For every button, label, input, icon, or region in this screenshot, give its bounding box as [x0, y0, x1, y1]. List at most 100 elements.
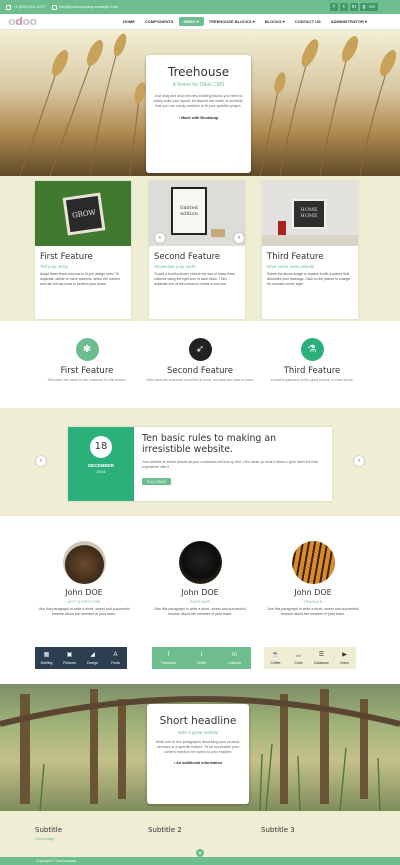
- member-text: Use this paragraph to write a short, swe…: [38, 607, 130, 617]
- language-selector[interactable]: EN: [366, 3, 378, 11]
- facebook-icon[interactable]: f: [330, 3, 338, 11]
- features-icons-section: ✱ First Feature Tell what's the value fo…: [0, 321, 400, 408]
- event-month: DECEMBER: [88, 463, 114, 468]
- full-read-button[interactable]: FULL READ: [142, 478, 172, 486]
- feature-card-2: limited edition Second Feature Showcase …: [149, 181, 245, 319]
- coffee-icon: ☕: [271, 651, 280, 658]
- feature-text: Adapt these three columns to fit you des…: [40, 272, 120, 286]
- hero-subtitle: A theme for Odoo CMS: [172, 82, 225, 88]
- linkedin-icon[interactable]: in: [350, 3, 358, 11]
- pictures-button[interactable]: ▣ Pictures: [58, 647, 81, 669]
- icon-feature-text: Tell what's the value for the customer f…: [47, 378, 127, 382]
- database-icon: ☰: [318, 651, 325, 658]
- phone-icon: [6, 4, 11, 10]
- feature-subtitle: Tell your story: [40, 264, 68, 269]
- hero-card: Treehouse A theme for Odoo CMS Just drag…: [146, 55, 251, 173]
- menu-item-blocks[interactable]: BLOCKS ▾: [260, 17, 290, 26]
- code-button[interactable]: </> Code: [287, 647, 310, 669]
- carousel-next-arrow[interactable]: ›: [234, 233, 244, 243]
- menu-item-home[interactable]: HOME: [118, 17, 140, 26]
- briefcase-icon: ▦: [43, 651, 50, 658]
- icon-feature-1: ✱ First Feature Tell what's the value fo…: [32, 338, 142, 383]
- member-role: - TRAINEE -: [300, 599, 326, 604]
- email-link[interactable]: info@yourcompany.example.com: [59, 4, 118, 9]
- picture-icon: ▣: [66, 651, 73, 658]
- event-day: 18: [90, 436, 112, 458]
- footer-link-homepage[interactable]: Homepage: [35, 836, 62, 841]
- event-prev-arrow[interactable]: ‹: [36, 456, 46, 466]
- twitter-icon: t: [200, 651, 203, 658]
- short-headline-section: Short headline With a great subtitle Wri…: [0, 684, 400, 811]
- icon-feature-2: ➶ Second Feature Write what the customer…: [145, 338, 255, 383]
- menu-item-contact-us[interactable]: CONTACT US: [290, 17, 326, 26]
- envelope-icon: [52, 4, 58, 10]
- facebook-button[interactable]: f Facebook: [152, 647, 185, 669]
- member-name: John DOE: [181, 588, 219, 597]
- footer-col-2: Subtitle 2: [148, 826, 182, 834]
- linkedin-button[interactable]: in Linkedin: [218, 647, 251, 669]
- event-section: ‹ 18 DECEMBER 2014 Ten basic rules to ma…: [0, 408, 400, 516]
- top-bar: +1 (650) 691-3277 info@yourcompany.examp…: [0, 0, 400, 14]
- event-title: Ten basic rules to making an irresistibl…: [142, 433, 277, 455]
- video-button[interactable]: ▶ Video: [333, 647, 356, 669]
- event-card: 18 DECEMBER 2014 Ten basic rules to maki…: [68, 427, 332, 501]
- additional-info: • An additional information: [173, 760, 223, 765]
- rocket-icon: ➶: [188, 338, 212, 361]
- coffee-button[interactable]: ☕ Coffee: [264, 647, 287, 669]
- footer-title: Subtitle 3: [261, 826, 295, 834]
- footer-title: Subtitle 2: [148, 826, 182, 834]
- bug-icon: ✱: [75, 338, 99, 361]
- facebook-icon: f: [167, 651, 170, 658]
- footer-col-3: Subtitle 3: [261, 826, 295, 834]
- twitter-icon[interactable]: t: [340, 3, 348, 11]
- briefing-button[interactable]: ▦ Briefing: [35, 647, 58, 669]
- event-next-arrow[interactable]: ›: [354, 456, 364, 466]
- linkedin-icon: in: [232, 651, 237, 658]
- member-role: - ART DIRECTOR -: [64, 599, 104, 604]
- hero-section: Treehouse A theme for Odoo CMS Just drag…: [0, 31, 400, 176]
- menu-item-treehouse-blocks[interactable]: TREEHOUSE BLOCKS ▾: [204, 17, 260, 26]
- email-info[interactable]: info@yourcompany.example.com: [52, 4, 118, 10]
- icon-bar-light: ☕ Coffee </> Code ☰ Database ▶ Video: [264, 647, 356, 669]
- event-body: Ten basic rules to making an irresistibl…: [142, 433, 326, 488]
- grow-image: GROW: [35, 181, 131, 246]
- footer: Subtitle Homepage Subtitle 2 Subtitle 3 …: [0, 811, 400, 857]
- feature-card-1: GROW First Feature Tell your story Adapt…: [35, 181, 131, 319]
- team-member-3: John DOE - TRAINEE - Use this paragraph …: [259, 541, 367, 617]
- feature-card-3: HOME HOME Third Feature Give some extra …: [262, 181, 358, 319]
- icon-feature-text: Write what the customer would like to kn…: [146, 378, 254, 382]
- short-headline-subtitle: With a great subtitle: [177, 730, 219, 735]
- icon-feature-title: First Feature: [60, 366, 114, 376]
- phone-info: +1 (650) 691-3277: [6, 4, 46, 10]
- odoo-logo[interactable]: odoo: [8, 15, 37, 28]
- twitter-button[interactable]: t Twitter: [185, 647, 218, 669]
- feature-title: Third Feature: [267, 252, 324, 262]
- feature-title: Second Feature: [154, 252, 221, 262]
- icon-feature-text: A small explanation of this great featur…: [270, 378, 354, 382]
- navbar: odoo HOME COMPONENTS DEMO ▾ TREEHOUSE BL…: [0, 14, 400, 30]
- icon-feature-title: Second Feature: [166, 366, 234, 376]
- fonts-button[interactable]: A Fonts: [104, 647, 127, 669]
- contact-info: +1 (650) 691-3277 info@yourcompany.examp…: [6, 4, 118, 10]
- features-cards-section: GROW First Feature Tell your story Adapt…: [0, 176, 400, 321]
- avatar: [291, 541, 335, 584]
- design-button[interactable]: ◢ Design: [81, 647, 104, 669]
- feature-title: First Feature: [40, 252, 93, 262]
- feature-text: Delete the above image or replace it wit…: [267, 272, 351, 286]
- menu-item-administrator[interactable]: ADMINISTRATOR ▾: [326, 17, 372, 26]
- icon-bar-green: f Facebook t Twitter in Linkedin: [152, 647, 251, 669]
- database-button[interactable]: ☰ Database: [310, 647, 333, 669]
- code-icon: </>: [295, 652, 302, 658]
- avatar: [178, 541, 222, 584]
- icon-bar-dark: ▦ Briefing ▣ Pictures ◢ Design A Fonts: [35, 647, 127, 669]
- event-text: Your website is where almost all your cu…: [142, 459, 319, 469]
- video-icon: ▶: [342, 651, 347, 658]
- back-to-top-button[interactable]: ▲: [196, 849, 204, 857]
- footer-col-1: Subtitle Homepage: [35, 826, 62, 841]
- carousel-prev-arrow[interactable]: ‹: [155, 233, 165, 243]
- menu-item-demo[interactable]: DEMO ▾: [178, 17, 204, 26]
- flask-icon: ⚗: [300, 338, 324, 361]
- menu-item-components[interactable]: COMPONENTS: [140, 17, 179, 26]
- icon-feature-3: ⚗ Third Feature A small explanation of t…: [257, 338, 367, 383]
- event-year: 2014: [96, 469, 106, 474]
